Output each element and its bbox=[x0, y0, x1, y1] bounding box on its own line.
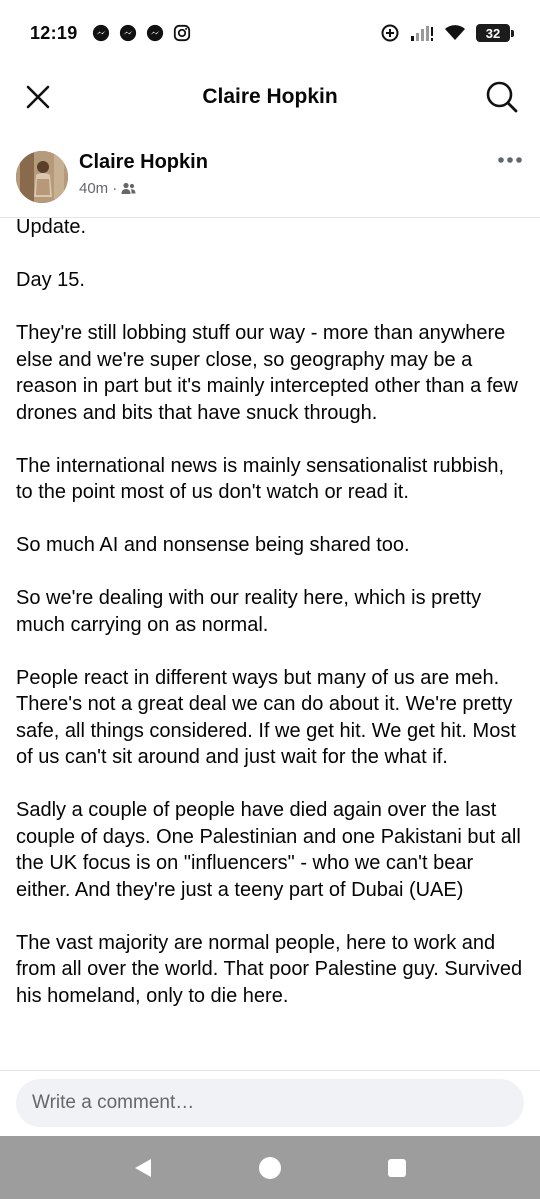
signal-icon bbox=[411, 26, 433, 41]
system-status: 32 bbox=[380, 23, 514, 43]
comment-input[interactable] bbox=[16, 1079, 524, 1127]
post-paragraph: Day 15. bbox=[16, 269, 85, 291]
profile-photo-icon bbox=[16, 151, 68, 203]
instagram-icon bbox=[173, 24, 190, 42]
post-paragraph: The vast majority are normal people, her… bbox=[16, 931, 523, 1007]
battery-indicator: 32 bbox=[476, 24, 514, 42]
friends-icon bbox=[121, 182, 136, 194]
post-header: Claire Hopkin 40m · bbox=[0, 140, 540, 218]
post-paragraph: So much AI and nonsense being shared too… bbox=[16, 534, 410, 556]
home-button[interactable] bbox=[248, 1146, 292, 1190]
status-time: 12:19 bbox=[30, 22, 78, 43]
messenger-icon bbox=[146, 24, 163, 42]
page-title: Claire Hopkin bbox=[202, 85, 338, 108]
system-nav-bar bbox=[0, 1136, 540, 1199]
battery-level: 32 bbox=[485, 25, 501, 41]
post-paragraph: Sadly a couple of people have died again… bbox=[16, 799, 521, 901]
search-button[interactable] bbox=[482, 77, 522, 117]
wifi-icon bbox=[445, 25, 465, 40]
close-icon bbox=[26, 85, 50, 109]
more-options-button[interactable] bbox=[492, 148, 528, 172]
close-button[interactable] bbox=[18, 77, 58, 117]
back-icon bbox=[135, 1158, 152, 1177]
comment-composer bbox=[0, 1070, 540, 1137]
post-paragraph: They're still lobbing stuff our way - mo… bbox=[16, 322, 518, 424]
post-meta: 40m · bbox=[79, 180, 136, 197]
recents-icon bbox=[387, 1158, 406, 1177]
post-paragraph: Update. bbox=[16, 216, 87, 238]
data-saver-icon bbox=[381, 24, 399, 42]
app-header: Claire Hopkin bbox=[0, 66, 540, 128]
messenger-icon bbox=[92, 24, 109, 42]
recents-button[interactable] bbox=[375, 1146, 419, 1190]
post-body: Update. Day 15. They're still lobbing st… bbox=[16, 214, 526, 1036]
status-bar: 12:19 32 bbox=[0, 0, 540, 66]
avatar[interactable] bbox=[16, 151, 68, 203]
post-paragraph: So we're dealing with our reality here, … bbox=[16, 587, 482, 636]
search-icon bbox=[486, 81, 518, 113]
back-button[interactable] bbox=[121, 1146, 165, 1190]
author-name[interactable]: Claire Hopkin bbox=[79, 151, 208, 174]
post-paragraph: People react in different ways but many … bbox=[16, 666, 516, 769]
notification-icons bbox=[92, 24, 191, 42]
post-paragraph: The international news is mainly sensati… bbox=[16, 454, 505, 504]
meta-separator: · bbox=[112, 180, 118, 197]
post-time[interactable]: 40m bbox=[79, 180, 108, 197]
more-icon bbox=[498, 157, 522, 163]
home-icon bbox=[258, 1156, 281, 1179]
messenger-icon bbox=[119, 24, 136, 42]
